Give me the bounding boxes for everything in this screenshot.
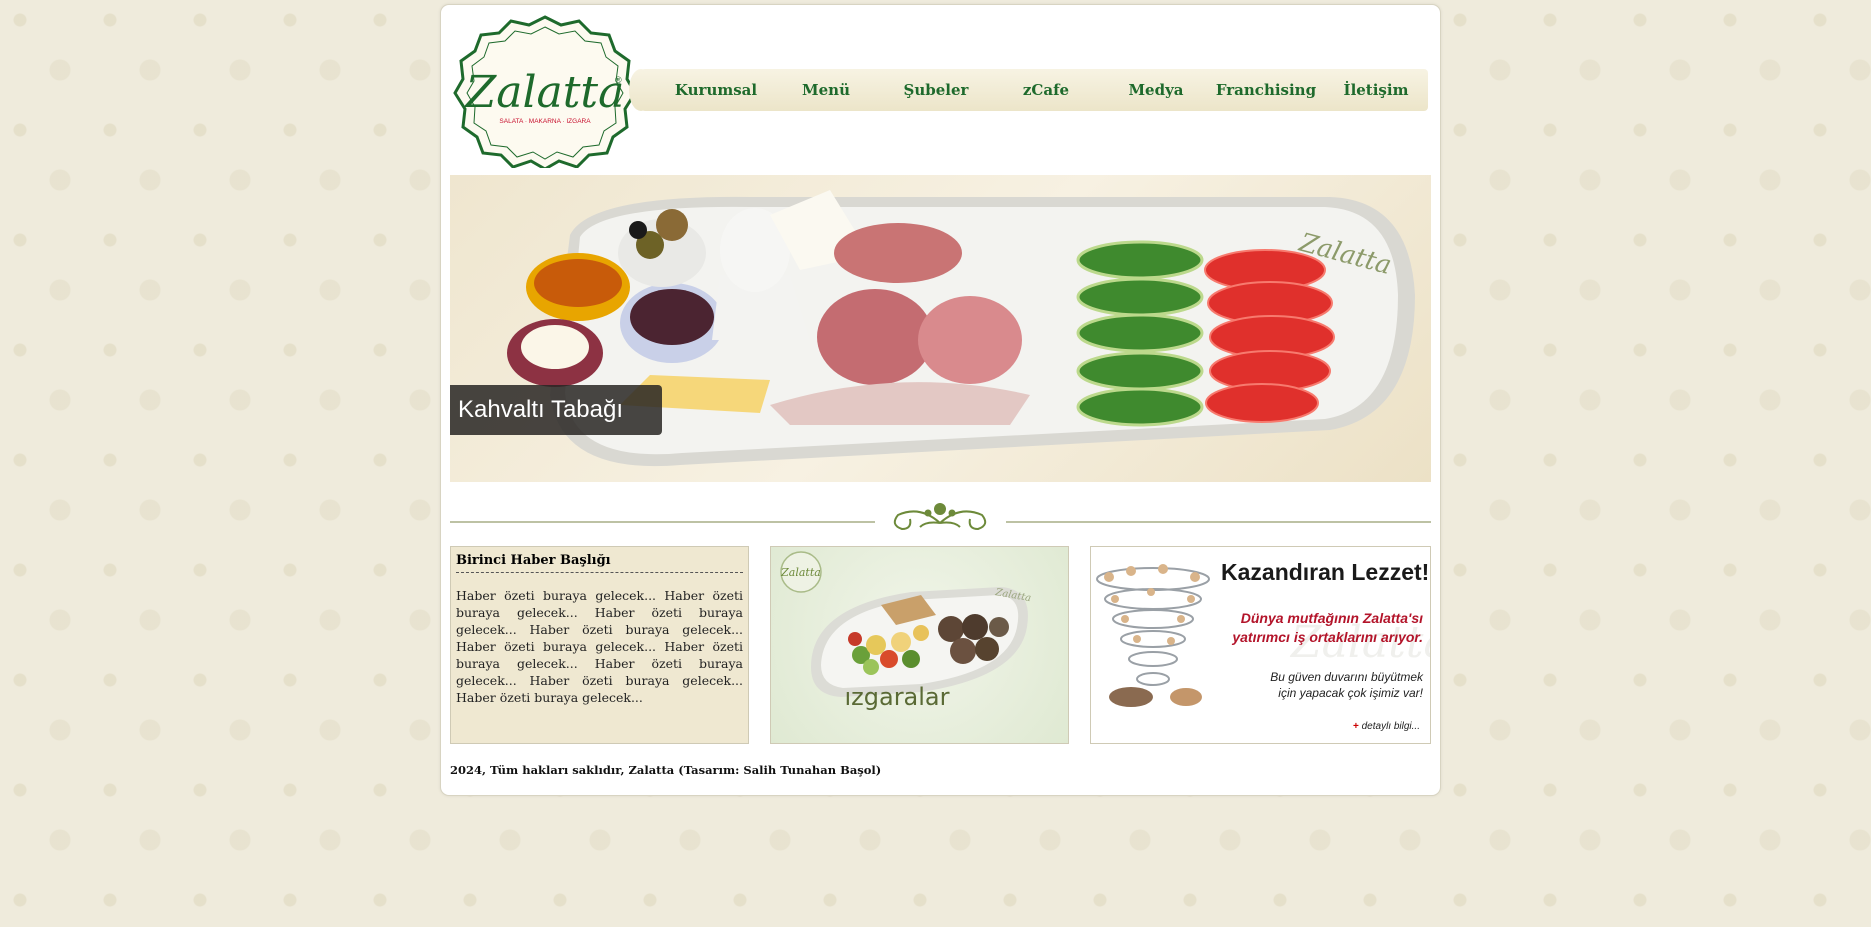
nav-item-medya[interactable]: Medya: [1101, 69, 1211, 111]
hero-caption[interactable]: Kahvaltı Tabağı: [450, 385, 662, 435]
news-title[interactable]: Birinci Haber Başlığı: [456, 553, 743, 573]
promo-text-line2: için yapacak çok işimiz var!: [1278, 686, 1423, 700]
plus-icon: +: [1353, 721, 1359, 732]
breakfast-plate-image: Zalatta: [507, 190, 1415, 467]
promo-details-link[interactable]: + detaylı bilgi...: [1353, 721, 1420, 732]
page-container: Zalatta SALATA · MAKARNA · IZGARA ® Kuru…: [440, 4, 1441, 796]
promo-text-line1: Bu güven duvarını büyütmek: [1270, 670, 1423, 684]
grill-banner[interactable]: Zalatta Zalatta ızgaralar: [770, 546, 1069, 744]
footer-copyright: 2024, Tüm hakları saklıdır, Zalatta (Tas…: [450, 763, 882, 777]
hero-slider[interactable]: Zalatta Kahvaltı Tabağı: [450, 175, 1431, 482]
nav-item-zcafe[interactable]: zCafe: [991, 69, 1101, 111]
nav-item-iletisim[interactable]: İletişim: [1321, 69, 1431, 111]
grill-label: ızgaralar: [844, 683, 949, 711]
promo-details-link-text: detaylı bilgi...: [1361, 721, 1420, 732]
news-summary: Haber özeti buraya gelecek... Haber özet…: [456, 588, 743, 705]
promo-headline: Dünya mutfağının Zalatta'sı yatırımcı iş…: [1218, 609, 1423, 647]
nav-item-subeler[interactable]: Şubeler: [881, 69, 991, 111]
ornamental-divider: [450, 495, 1431, 535]
promo-title: Kazandıran Lezzet!: [1221, 559, 1430, 585]
franchise-promo-banner[interactable]: Zalatta Kazandıran Lezzet! Dünya mutfağı…: [1090, 546, 1431, 744]
grill-plate-image: Zalatta Zalatta ızgaralar: [780, 551, 1032, 711]
main-nav: Kurumsal Menü Şubeler zCafe Medya Franch…: [629, 69, 1431, 111]
grill-badge-text: Zalatta: [780, 566, 821, 579]
nav-item-kurumsal[interactable]: Kurumsal: [661, 69, 771, 111]
nav-item-franchising[interactable]: Franchising: [1211, 69, 1321, 111]
nav-item-menu[interactable]: Menü: [771, 69, 881, 111]
zalatta-logo[interactable]: Zalatta SALATA · MAKARNA · IZGARA ®: [453, 13, 637, 171]
logo-tagline: SALATA · MAKARNA · IZGARA: [499, 118, 591, 125]
promo-headline-line2: yatırımcı iş ortaklarını arıyor.: [1232, 629, 1423, 645]
registered-mark: ®: [615, 75, 622, 85]
news-panel: Birinci Haber Başlığı Haber özeti buraya…: [450, 546, 749, 744]
promo-text: Bu güven duvarını büyütmek için yapacak …: [1218, 669, 1423, 701]
promo-headline-line1: Dünya mutfağının Zalatta'sı: [1240, 610, 1423, 626]
logo-wordmark: Zalatta: [464, 67, 625, 118]
